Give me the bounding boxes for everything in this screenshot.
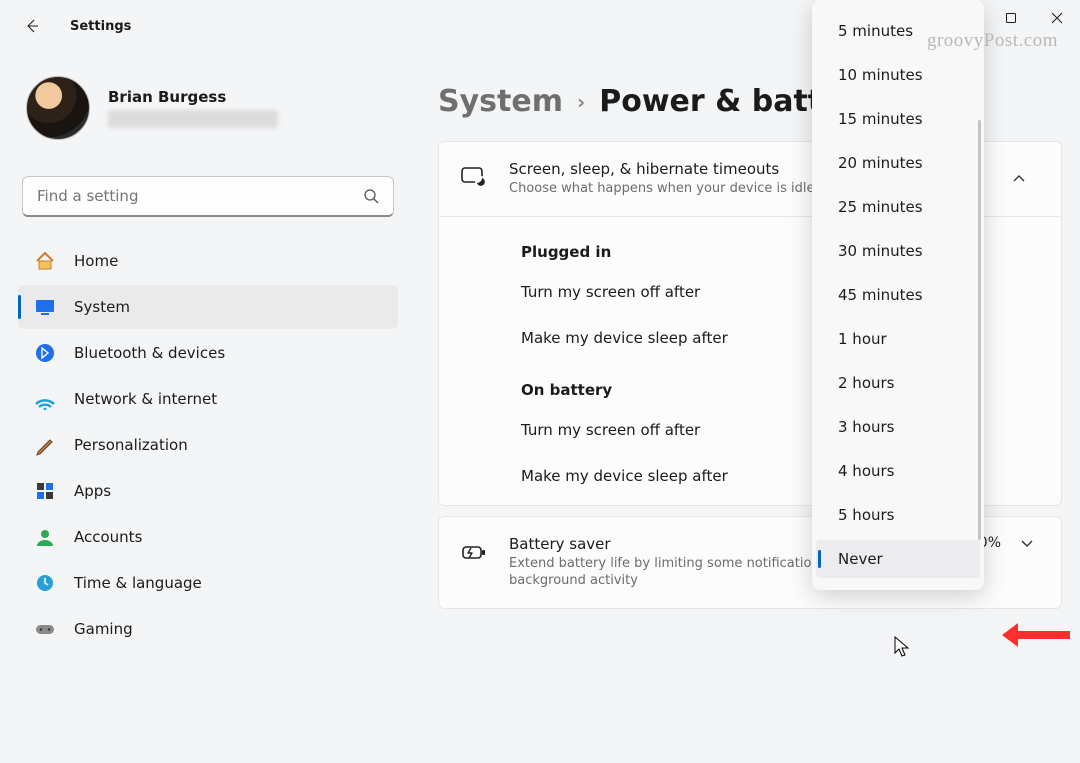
dropdown-option[interactable]: 20 minutes (816, 144, 980, 182)
dropdown-option[interactable]: 1 hour (816, 320, 980, 358)
nav-item-label: Home (74, 252, 118, 270)
nav-item-label: Personalization (74, 436, 188, 454)
apps-icon (34, 480, 56, 502)
nav-item-label: Accounts (74, 528, 142, 546)
nav-item-personalization[interactable]: Personalization (18, 423, 398, 467)
nav-item-bluetooth[interactable]: Bluetooth & devices (18, 331, 398, 375)
display-sleep-icon (461, 164, 487, 190)
gaming-icon (34, 618, 56, 640)
dropdown-option[interactable]: 45 minutes (816, 276, 980, 314)
dropdown-option[interactable]: 10 minutes (816, 56, 980, 94)
search-icon (363, 188, 379, 204)
nav-item-label: System (74, 298, 130, 316)
mouse-cursor-icon (894, 636, 912, 662)
timeout-dropdown[interactable]: 5 minutes10 minutes15 minutes20 minutes2… (812, 0, 984, 590)
chevron-down-icon[interactable] (1015, 536, 1039, 550)
chevron-right-icon: › (577, 90, 585, 114)
nav-list: Home System Bluetooth & devices Network & i… (18, 239, 398, 651)
system-icon (34, 296, 56, 318)
user-name: Brian Burgess (108, 88, 278, 106)
dropdown-option[interactable]: Never (816, 540, 980, 578)
avatar (26, 76, 90, 140)
dropdown-option[interactable]: 3 hours (816, 408, 980, 446)
dropdown-option[interactable]: 4 hours (816, 452, 980, 490)
watermark-text: groovyPost.com (927, 30, 1058, 52)
nav-item-home[interactable]: Home (18, 239, 398, 283)
dropdown-option[interactable]: 5 hours (816, 496, 980, 534)
nav-item-label: Gaming (74, 620, 133, 638)
nav-item-label: Time & language (74, 574, 202, 592)
user-email-redacted (108, 110, 278, 128)
sidebar: Brian Burgess Home System Bluetooth & devi… (18, 70, 398, 651)
annotation-arrow-icon (1000, 620, 1070, 654)
nav-item-label: Network & internet (74, 390, 217, 408)
nav-item-label: Apps (74, 482, 111, 500)
dropdown-option[interactable]: 2 hours (816, 364, 980, 402)
breadcrumb-parent[interactable]: System (438, 84, 563, 119)
home-icon (34, 250, 56, 272)
nav-item-system[interactable]: System (18, 285, 398, 329)
dropdown-option[interactable]: 15 minutes (816, 100, 980, 138)
dropdown-option[interactable]: 25 minutes (816, 188, 980, 226)
accounts-icon (34, 526, 56, 548)
time-icon (34, 572, 56, 594)
nav-item-apps[interactable]: Apps (18, 469, 398, 513)
personalization-icon (34, 434, 56, 456)
search-box[interactable] (22, 176, 394, 217)
search-input[interactable] (37, 187, 363, 205)
dropdown-option[interactable]: 30 minutes (816, 232, 980, 270)
nav-item-accounts[interactable]: Accounts (18, 515, 398, 559)
nav-item-gaming[interactable]: Gaming (18, 607, 398, 651)
nav-item-time[interactable]: Time & language (18, 561, 398, 605)
user-profile[interactable]: Brian Burgess (18, 70, 398, 158)
chevron-up-icon[interactable] (999, 172, 1039, 186)
battery-saver-icon (461, 539, 487, 565)
bluetooth-icon (34, 342, 56, 364)
back-button[interactable] (6, 0, 58, 52)
app-title: Settings (70, 19, 131, 34)
network-icon (34, 388, 56, 410)
nav-item-label: Bluetooth & devices (74, 344, 225, 362)
nav-item-network[interactable]: Network & internet (18, 377, 398, 421)
